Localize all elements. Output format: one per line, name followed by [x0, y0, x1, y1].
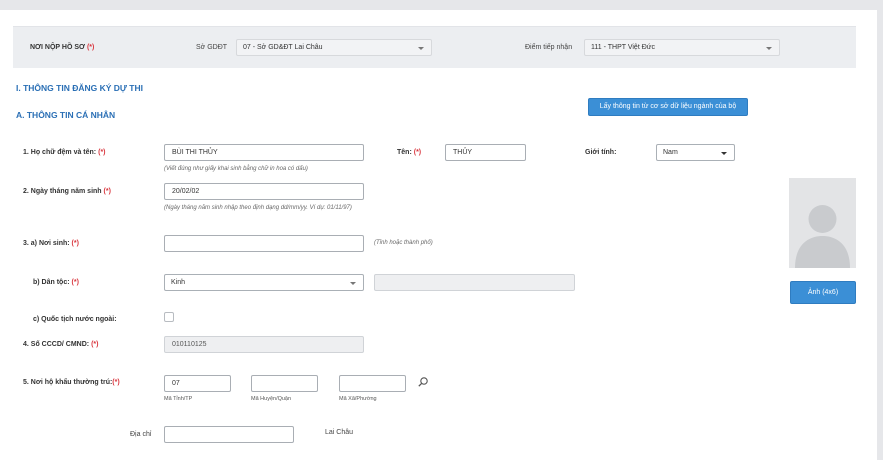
birthplace-label: 3. a) Nơi sinh: (*): [23, 240, 79, 247]
upload-photo-button[interactable]: Ảnh (4x6): [790, 281, 856, 304]
caret-down-icon: [766, 47, 772, 50]
dob-label: 2. Ngày tháng năm sinh (*): [23, 188, 111, 195]
receive-point-label: Điểm tiếp nhận: [525, 44, 573, 51]
department-select[interactable]: 07 - Sở GD&ĐT Lai Châu: [236, 39, 432, 56]
district-code-input[interactable]: [251, 375, 318, 392]
foreign-nationality-label: c) Quốc tịch nước ngoài:: [33, 316, 117, 323]
ward-code-label: Mã Xã/Phường: [339, 396, 377, 402]
caret-down-icon: [721, 152, 727, 155]
gender-select[interactable]: Nam: [656, 144, 735, 161]
ethnicity-select[interactable]: Kinh: [164, 274, 364, 291]
dob-hint: (Ngày tháng năm sinh nhập theo định dạng…: [164, 205, 352, 211]
caret-down-icon: [350, 282, 356, 285]
province-code-input[interactable]: 07: [164, 375, 231, 392]
ward-code-input[interactable]: [339, 375, 406, 392]
province-code-label: Mã Tỉnh/TP: [164, 396, 193, 402]
caret-down-icon: [418, 47, 424, 50]
section-registration-title: I. THÔNG TIN ĐĂNG KÝ DỰ THI: [16, 83, 143, 93]
dob-input[interactable]: 20/02/02: [164, 183, 364, 200]
gender-label: Giới tính:: [585, 149, 617, 156]
full-name-hint: (Viết đúng như giấy khai sinh bằng chữ i…: [164, 166, 308, 172]
address-province-text: Lai Châu: [325, 429, 354, 436]
avatar-placeholder-icon: [795, 205, 850, 268]
address-label: Địa chỉ: [130, 431, 152, 438]
search-icon[interactable]: [417, 375, 429, 387]
birthplace-input[interactable]: [164, 235, 364, 252]
id-number-label: 4. Số CCCD/ CMND: (*): [23, 341, 99, 348]
residence-label: 5. Nơi hộ khẩu thường trú:(*): [23, 379, 120, 386]
receive-point-select[interactable]: 111 - THPT Việt Đức: [584, 39, 780, 56]
ethnicity-other-input: [374, 274, 575, 291]
full-name-input[interactable]: BÙI THI THỦY: [164, 144, 364, 161]
department-label: Sở GDĐT: [196, 44, 228, 51]
fetch-data-button[interactable]: Lấy thông tin từ cơ sở dữ liệu ngành của…: [588, 98, 748, 116]
submission-place-label: NƠI NỘP HỒ SƠ (*): [30, 44, 95, 51]
ethnicity-label: b) Dân tộc: (*): [33, 279, 79, 286]
id-number-input: 010110125: [164, 336, 364, 353]
scrollbar-track[interactable]: [877, 0, 883, 460]
district-code-label: Mã Huyện/Quận: [251, 396, 292, 402]
full-name-label: 1. Họ chữ đệm và tên: (*): [23, 149, 106, 156]
first-name-label: Tên: (*): [397, 149, 422, 156]
address-input[interactable]: [164, 426, 294, 443]
foreign-nationality-checkbox[interactable]: [164, 312, 174, 322]
first-name-input[interactable]: THỦY: [445, 144, 526, 161]
birthplace-hint: (Tỉnh hoặc thành phố): [374, 240, 433, 246]
top-bar: [0, 0, 883, 10]
section-personal-title: A. THÔNG TIN CÁ NHÂN: [16, 110, 116, 120]
photo-placeholder: [789, 178, 856, 268]
